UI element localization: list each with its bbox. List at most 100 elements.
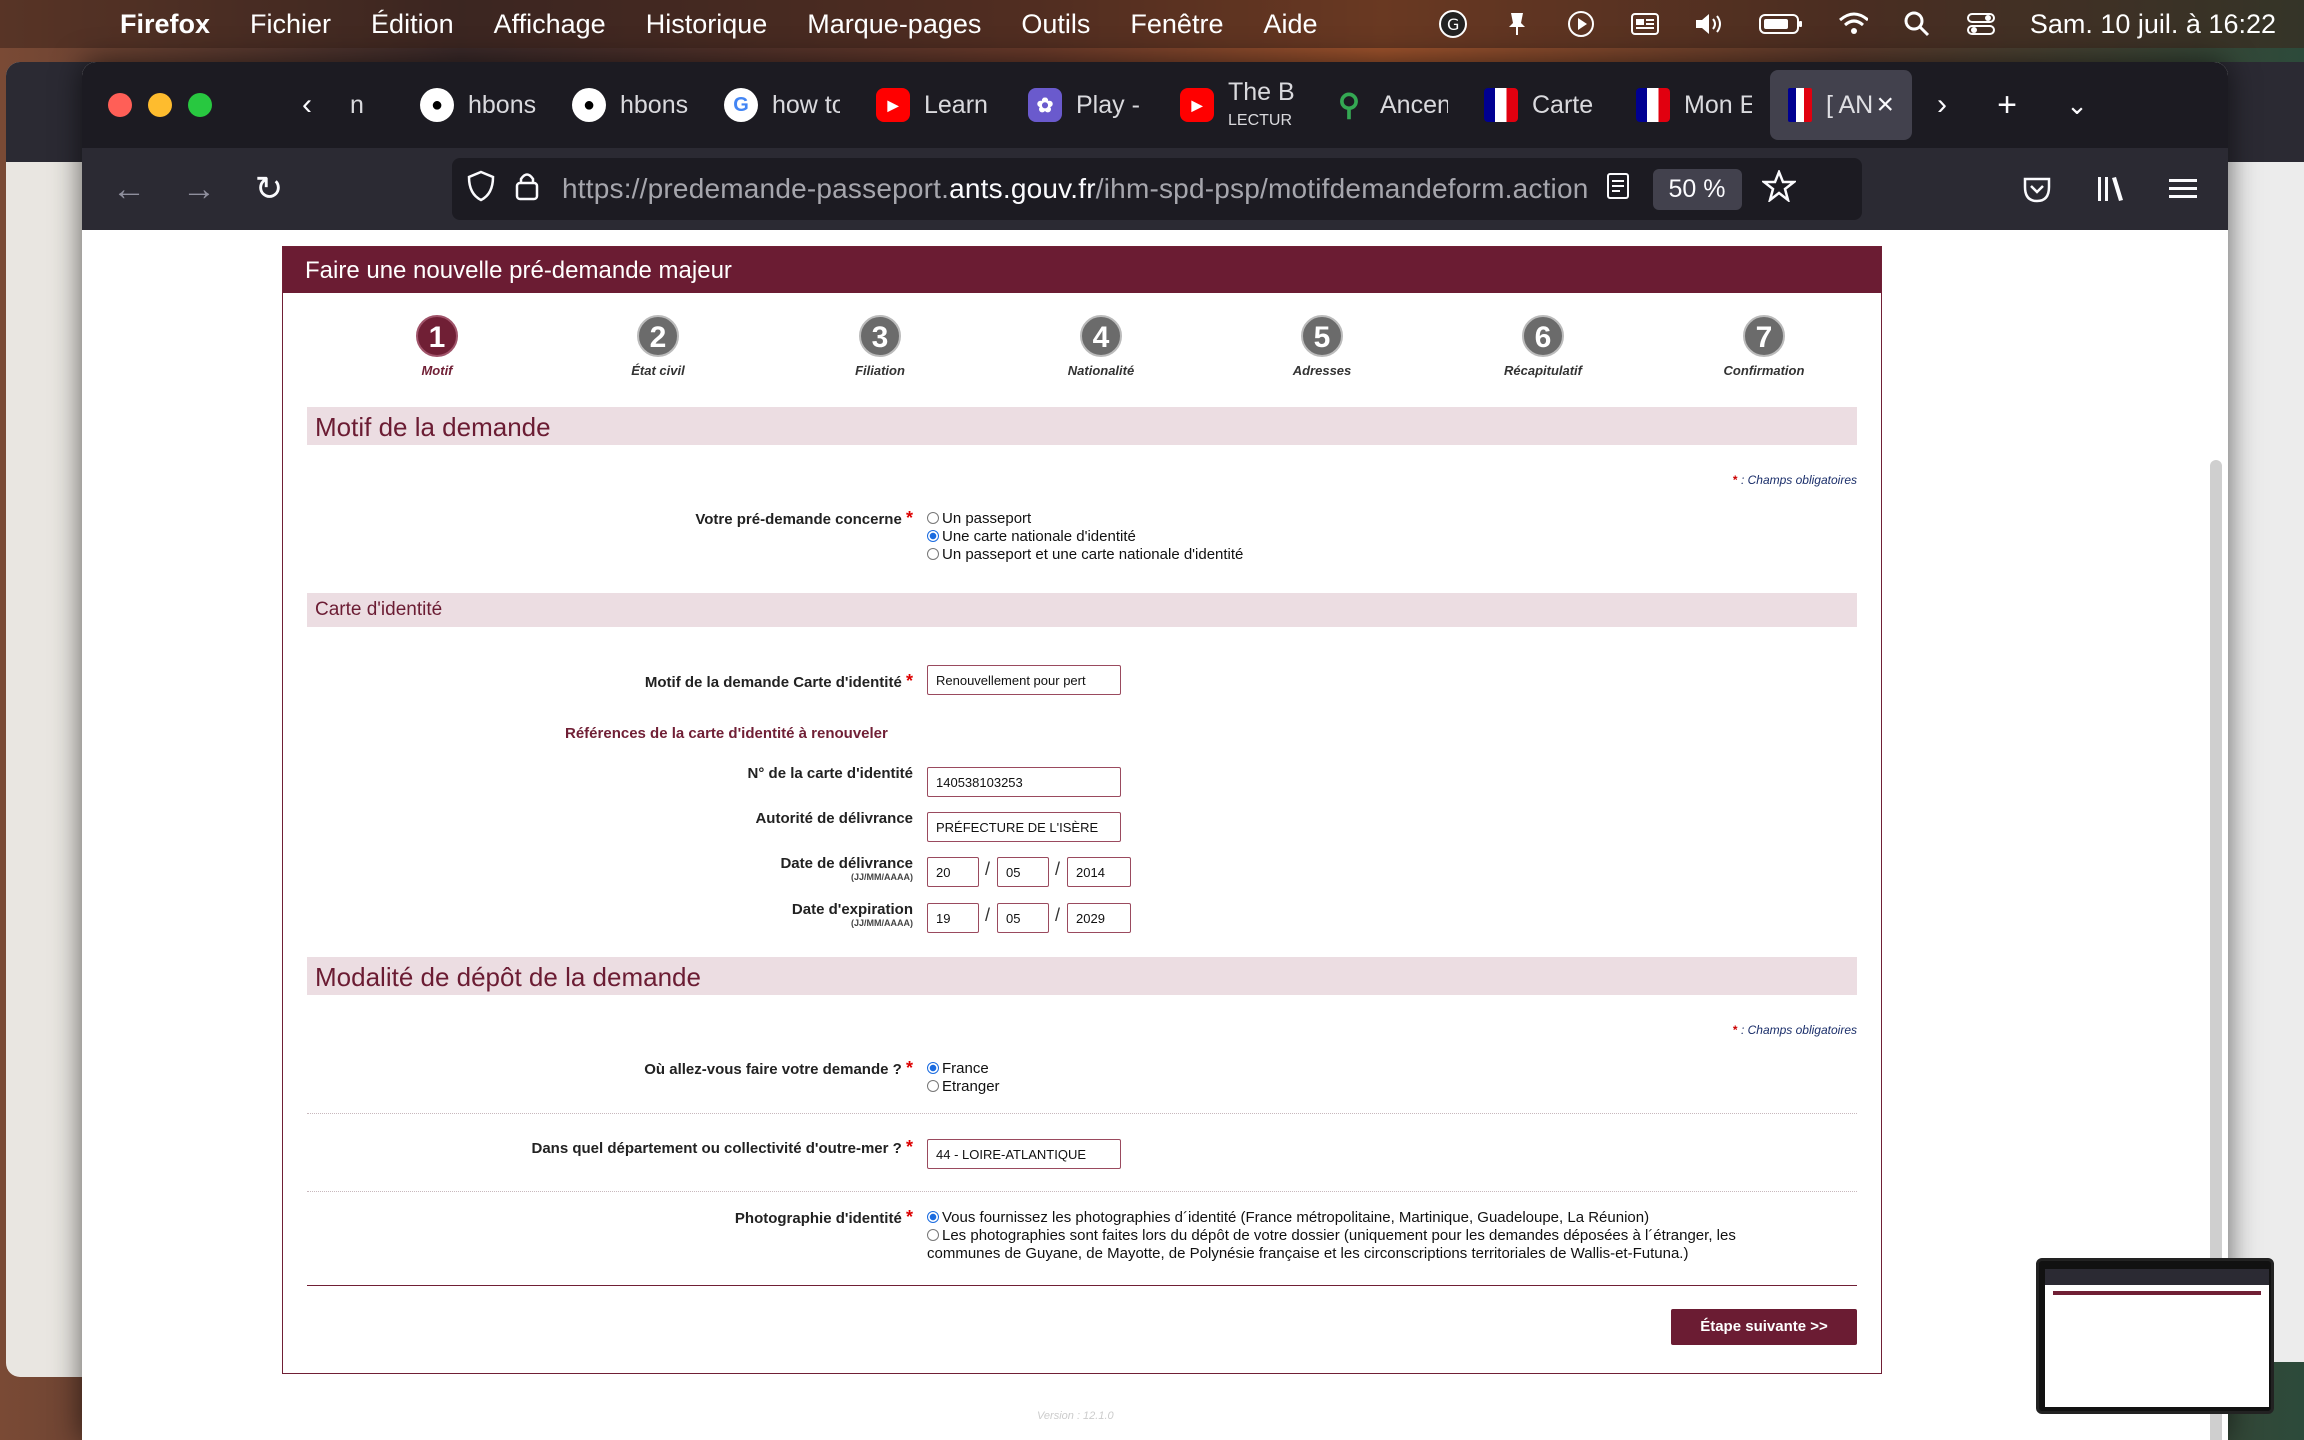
news-icon[interactable] [1630, 12, 1660, 36]
radio-passeport-et-cni[interactable]: Un passeport et une carte nationale d'id… [927, 545, 1243, 563]
nav-bar: ← → ↻ https://predemande-passeport.ants.… [82, 148, 2228, 230]
back-icon[interactable]: ← [94, 159, 164, 219]
tab-8[interactable]: ⚲ Ancen [1314, 70, 1466, 140]
reload-icon[interactable]: ↻ [234, 159, 304, 219]
url-text[interactable]: https://predemande-passeport.ants.gouv.f… [562, 173, 1589, 205]
step-recapitulatif: 6 Récapitulatif [1473, 315, 1613, 378]
zoom-window-button[interactable] [188, 93, 212, 117]
background-window-right [2220, 62, 2304, 1362]
battery-icon[interactable] [1758, 12, 1804, 36]
tab-bar: ‹ n ● hbons ● hbons Ghow to ▶ Learn ✿ Play -… [82, 62, 2228, 148]
step-adresses: 5 Adresses [1252, 315, 1392, 378]
next-step-button[interactable]: Étape suivante >> [1671, 1309, 1857, 1345]
required-note: * : Champs obligatoires [1732, 473, 1857, 487]
menu-outils[interactable]: Outils [1021, 9, 1090, 40]
zoom-level-button[interactable]: 50 % [1652, 168, 1742, 210]
tab-1[interactable]: n [332, 70, 402, 140]
step-confirmation: 7 Confirmation [1694, 315, 1834, 378]
autorite-label: Autorité de délivrance [755, 810, 913, 827]
tab-3[interactable]: ● hbons [554, 70, 706, 140]
date-delivrance-day[interactable]: 20 [927, 857, 979, 887]
wifi-icon[interactable] [1838, 12, 1868, 36]
close-tab-icon[interactable]: × [1876, 88, 1894, 122]
menu-edition[interactable]: Édition [371, 9, 454, 40]
menu-fichier[interactable]: Fichier [250, 9, 331, 40]
clock[interactable]: Sam. 10 juil. à 16:22 [2030, 9, 2276, 40]
autorite-input[interactable]: PRÉFECTURE DE L'ISÈRE [927, 812, 1121, 842]
menu-affichage[interactable]: Affichage [494, 9, 606, 40]
lock-icon[interactable] [514, 170, 540, 209]
tabs-scroll-right-icon[interactable]: › [1912, 75, 1972, 135]
github-icon: ● [572, 88, 606, 122]
pin-icon[interactable] [1502, 12, 1532, 36]
forward-icon[interactable]: → [164, 159, 234, 219]
tracking-protection-shield-icon[interactable] [466, 170, 496, 209]
motif-cni-label: Motif de la demande Carte d'identité * [644, 671, 913, 691]
progress-steps: 1 Motif 2 État civil 3 Filiation 4 Nationali… [283, 293, 1881, 403]
tab-4[interactable]: Ghow to [706, 70, 858, 140]
divider [307, 1191, 1857, 1192]
youtube-icon: ▶ [876, 88, 910, 122]
tab-active[interactable]: [ AN × [1770, 70, 1912, 140]
tab-5[interactable]: ▶ Learn [858, 70, 1010, 140]
grammarly-icon[interactable]: G [1438, 10, 1468, 38]
date-delivrance-month[interactable]: 05 [997, 857, 1049, 887]
tab-10[interactable]: Mon E [1618, 70, 1770, 140]
menu-aide[interactable]: Aide [1263, 9, 1317, 40]
play-icon: ✿ [1028, 88, 1062, 122]
control-center-icon[interactable] [1966, 12, 1996, 36]
list-all-tabs-icon[interactable]: ⌄ [2042, 75, 2112, 135]
divider [307, 1285, 1857, 1286]
step-motif: 1 Motif [367, 315, 507, 378]
new-tab-icon[interactable]: + [1972, 75, 2042, 135]
marianne-icon [1636, 88, 1670, 122]
reader-view-icon[interactable] [1605, 171, 1631, 208]
date-separator: / [1055, 859, 1061, 879]
tab-2[interactable]: ● hbons [402, 70, 554, 140]
tab-7[interactable]: ▶ The B LECTUR [1162, 70, 1314, 140]
radio-cni[interactable]: Une carte nationale d'identité [927, 527, 1243, 545]
ou-label: Où allez-vous faire votre demande ? * [644, 1058, 913, 1078]
section-cni-heading: Carte d'identité [307, 593, 1857, 627]
radio-etranger[interactable]: Etranger [927, 1077, 1000, 1095]
github-icon: ● [420, 88, 454, 122]
firefox-window: ‹ n ● hbons ● hbons Ghow to ▶ Learn ✿ Play -… [82, 62, 2228, 1440]
radio-photo-depot[interactable]: Les photographies sont faites lors du dé… [927, 1226, 1736, 1244]
url-bar[interactable]: https://predemande-passeport.ants.gouv.f… [452, 158, 1862, 220]
menu-fenetre[interactable]: Fenêtre [1130, 9, 1223, 40]
library-icon[interactable] [2076, 159, 2146, 219]
pocket-icon[interactable] [2002, 159, 2072, 219]
num-cni-input[interactable]: 140538103253 [927, 767, 1121, 797]
menu-app-firefox[interactable]: Firefox [120, 9, 210, 40]
menu-marque-pages[interactable]: Marque-pages [807, 9, 981, 40]
close-window-button[interactable] [108, 93, 132, 117]
departement-select[interactable]: 44 - LOIRE-ATLANTIQUE [927, 1139, 1121, 1169]
menu-bar: Firefox Fichier Édition Affichage Histor… [0, 0, 2304, 48]
screenshot-thumbnail[interactable] [2036, 1258, 2274, 1414]
step-filiation: 3 Filiation [810, 315, 950, 378]
section-depot-heading: Modalité de dépôt de la demande [307, 957, 1857, 995]
bookmark-star-icon[interactable] [1759, 168, 1798, 209]
concerne-label: Votre pré-demande concerne * [695, 508, 913, 528]
menu-historique[interactable]: Historique [646, 9, 768, 40]
minimize-window-button[interactable] [148, 93, 172, 117]
concerne-radio-group: Un passeport Une carte nationale d'ident… [927, 509, 1243, 563]
references-heading: Références de la carte d'identité à reno… [565, 725, 888, 742]
date-expiration-year[interactable]: 2029 [1067, 903, 1131, 933]
radio-photo-fournies[interactable]: Vous fournissez les photographies d´iden… [927, 1208, 1736, 1226]
radio-france[interactable]: France [927, 1059, 1000, 1077]
tab-9[interactable]: Carte [1466, 70, 1618, 140]
date-delivrance-year[interactable]: 2014 [1067, 857, 1131, 887]
hamburger-menu-icon[interactable] [2148, 159, 2218, 219]
play-circle-icon[interactable] [1566, 11, 1596, 37]
volume-icon[interactable] [1694, 12, 1724, 36]
tabs-scroll-left-icon[interactable]: ‹ [282, 75, 332, 135]
motif-cni-select[interactable]: Renouvellement pour pert [927, 665, 1121, 695]
radio-passeport[interactable]: Un passeport [927, 509, 1243, 527]
divider [307, 1113, 1857, 1114]
date-expiration-month[interactable]: 05 [997, 903, 1049, 933]
maps-pin-icon: ⚲ [1338, 88, 1360, 122]
spotlight-search-icon[interactable] [1902, 11, 1932, 37]
tab-6[interactable]: ✿ Play - [1010, 70, 1162, 140]
date-expiration-day[interactable]: 19 [927, 903, 979, 933]
